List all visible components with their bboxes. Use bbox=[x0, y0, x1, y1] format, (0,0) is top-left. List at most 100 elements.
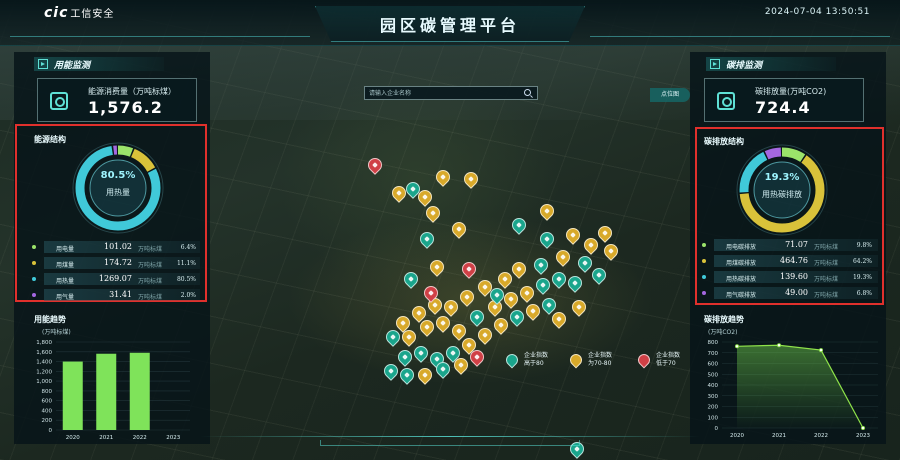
row-percent: 11.1% bbox=[176, 260, 196, 267]
bar bbox=[129, 352, 150, 430]
row-value: 174.72 bbox=[104, 258, 132, 267]
row-color-dot bbox=[32, 277, 36, 281]
y-tick-label: 0 bbox=[715, 426, 719, 432]
donut-center: 80.5% 用热量 bbox=[70, 170, 166, 198]
green-pin-icon bbox=[503, 351, 521, 369]
carbon-kpi-card[interactable]: 碳排放量(万吨CO2) 724.4 bbox=[704, 78, 864, 122]
row-percent: 80.5% bbox=[176, 276, 196, 283]
row-name: 用热量 bbox=[56, 278, 75, 285]
row-value: 71.07 bbox=[785, 240, 808, 249]
energy-trend-chart[interactable]: 0 200 400 600 800 1,000 1,200 1,400 1,600 1,800 20… bbox=[18, 334, 198, 442]
kpi-label: 碳排放量(万吨CO2) bbox=[755, 87, 827, 96]
donut-percent: 19.3% bbox=[764, 172, 800, 183]
y-tick-label: 1,400 bbox=[36, 360, 52, 366]
left-section-header: 用能监测 bbox=[38, 56, 90, 72]
structure-row[interactable]: 用气量 31.41 万吨标煤 2.0% bbox=[30, 287, 200, 302]
area-fill bbox=[737, 345, 863, 428]
y-tick-label: 1,000 bbox=[36, 379, 52, 385]
data-point bbox=[860, 426, 865, 431]
row-percent: 19.3% bbox=[852, 274, 872, 281]
search-input[interactable] bbox=[369, 88, 519, 98]
row-name: 用气碳排放 bbox=[726, 292, 757, 299]
legend-item-mid: 企业指数 为70-80 bbox=[567, 351, 613, 369]
legend-item-high: 企业指数 高于80 bbox=[503, 351, 548, 369]
bar bbox=[96, 353, 117, 430]
search-icon[interactable] bbox=[524, 89, 531, 96]
row-color-dot bbox=[702, 291, 706, 295]
kpi-value: 1,576.2 bbox=[88, 98, 163, 117]
carbon-icon bbox=[717, 92, 735, 110]
y-tick-label: 1,200 bbox=[36, 369, 52, 375]
donut-label: 用热碳排放 bbox=[762, 190, 802, 199]
x-tick-label: 2022 bbox=[814, 433, 828, 439]
page-title: 园区碳管理平台 bbox=[379, 16, 520, 35]
structure-row[interactable]: 用电量 101.02 万吨标煤 6.4% bbox=[30, 239, 200, 254]
logo: cic 工信安全 bbox=[44, 5, 115, 21]
energy-donut-chart[interactable]: 80.5% 用热量 bbox=[70, 140, 166, 236]
y-tick-label: 1,800 bbox=[36, 340, 52, 346]
right-section-title: 碳排监测 bbox=[726, 60, 763, 71]
donut-label: 用热量 bbox=[106, 188, 130, 197]
row-value: 49.00 bbox=[785, 288, 808, 297]
kpi-value: 724.4 bbox=[755, 98, 811, 117]
yellow-pin-icon bbox=[567, 351, 585, 369]
row-unit: 万吨标煤 bbox=[138, 262, 163, 269]
structure-row[interactable]: 用气碳排放 49.00 万吨标煤 6.8% bbox=[700, 285, 878, 300]
structure-row[interactable]: 用煤量 174.72 万吨标煤 11.1% bbox=[30, 255, 200, 270]
y-tick-label: 0 bbox=[49, 428, 53, 434]
row-value: 464.76 bbox=[780, 256, 808, 265]
row-unit: 万吨标煤 bbox=[814, 276, 839, 283]
structure-row[interactable]: 用煤碳排放 464.76 万吨标煤 64.2% bbox=[700, 253, 878, 268]
x-tick-label: 2023 bbox=[856, 433, 870, 439]
data-point bbox=[735, 344, 740, 349]
donut-center: 19.3% 用热碳排放 bbox=[734, 172, 830, 200]
energy-structure-list: 用电量 101.02 万吨标煤 6.4% 用煤量 174.72 万吨标煤 11.1% 用热量 12… bbox=[30, 239, 200, 303]
y-tick-label: 200 bbox=[708, 405, 719, 411]
row-percent: 6.8% bbox=[856, 290, 872, 297]
point-map-tag[interactable]: 点位图 bbox=[650, 88, 690, 102]
x-tick-label: 2020 bbox=[730, 433, 744, 439]
play-icon bbox=[38, 59, 48, 69]
play-icon bbox=[710, 59, 720, 69]
energy-icon bbox=[50, 92, 68, 110]
x-tick-label: 2023 bbox=[166, 435, 180, 441]
structure-row[interactable]: 用热碳排放 139.60 万吨标煤 19.3% bbox=[700, 269, 878, 284]
row-unit: 万吨标煤 bbox=[138, 246, 163, 253]
y-tick-label: 400 bbox=[42, 408, 53, 414]
x-tick-label: 2021 bbox=[99, 435, 113, 441]
y-tick-label: 800 bbox=[708, 340, 719, 346]
carbon-donut-chart[interactable]: 19.3% 用热碳排放 bbox=[734, 142, 830, 238]
carbon-trend-title: 碳排放趋势 bbox=[704, 315, 744, 324]
y-tick-label: 400 bbox=[708, 383, 719, 389]
row-unit: 万吨标煤 bbox=[138, 294, 163, 301]
row-name: 用煤碳排放 bbox=[726, 260, 757, 267]
right-section-header: 碳排监测 bbox=[710, 56, 762, 72]
energy-structure-title: 能源结构 bbox=[34, 135, 66, 144]
row-percent: 6.4% bbox=[180, 244, 196, 251]
row-unit: 万吨标煤 bbox=[814, 292, 839, 299]
row-name: 用热碳排放 bbox=[726, 276, 757, 283]
row-color-dot bbox=[702, 259, 706, 263]
energy-kpi-card[interactable]: 能源消费量（万吨标煤） 1,576.2 bbox=[37, 78, 197, 122]
header-line-right bbox=[590, 36, 890, 37]
carbon-trend-chart[interactable]: 0 100 200 300 400 500 600 700 800 2020 2021 2022 202… bbox=[694, 334, 884, 442]
row-value: 139.60 bbox=[780, 272, 808, 281]
header-line-left bbox=[10, 36, 310, 37]
row-color-dot bbox=[32, 245, 36, 249]
enterprise-search-box[interactable] bbox=[364, 86, 538, 100]
row-name: 用电量 bbox=[56, 246, 75, 253]
x-tick-label: 2020 bbox=[66, 435, 80, 441]
row-unit: 万吨标煤 bbox=[814, 244, 839, 251]
donut-percent: 80.5% bbox=[100, 170, 136, 181]
legend-text: 企业指数 为70-80 bbox=[588, 352, 613, 367]
row-color-dot bbox=[702, 243, 706, 247]
y-tick-label: 600 bbox=[42, 399, 53, 405]
row-color-dot bbox=[702, 275, 706, 279]
row-unit: 万吨标煤 bbox=[138, 278, 163, 285]
y-tick-label: 1,600 bbox=[36, 350, 52, 356]
structure-row[interactable]: 用电碳排放 71.07 万吨标煤 9.8% bbox=[700, 237, 878, 252]
y-tick-label: 300 bbox=[708, 394, 719, 400]
row-color-dot bbox=[32, 293, 36, 297]
data-point bbox=[777, 343, 782, 348]
structure-row[interactable]: 用热量 1269.07 万吨标煤 80.5% bbox=[30, 271, 200, 286]
